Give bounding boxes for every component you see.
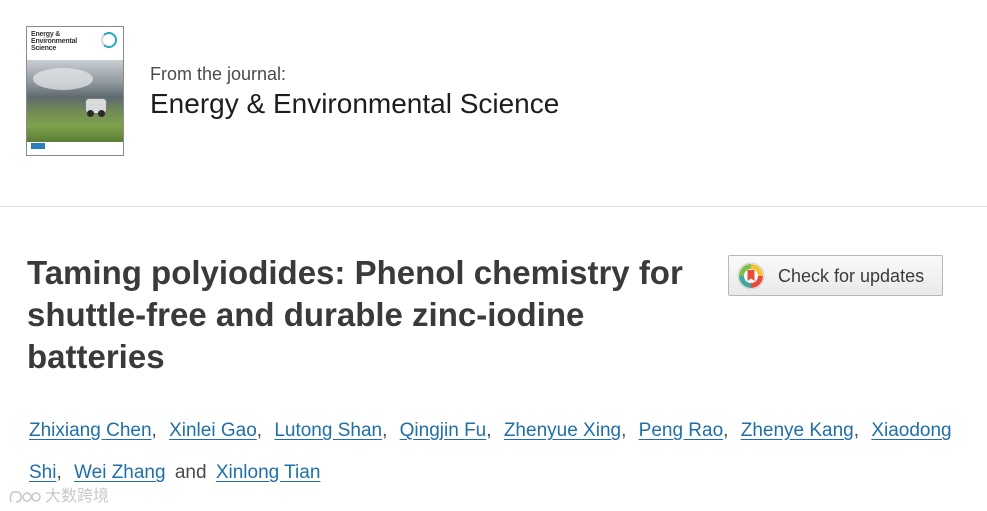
author-link[interactable]: Wei Zhang [74,462,166,483]
author-link[interactable]: Xinlei Gao [169,420,257,441]
author-link[interactable]: Lutong Shan [274,420,382,441]
cover-photo [27,60,123,142]
author-separator: , [382,420,393,441]
cover-ring-icon [101,32,117,48]
author-link[interactable]: Qingjin Fu [400,420,487,441]
cover-cloud [33,68,93,90]
author-link[interactable]: Zhenyue Xing [504,420,621,441]
section-divider [0,206,987,207]
from-journal-label: From the journal: [150,64,287,84]
author-separator: , [621,420,632,441]
publisher-logo-icon [31,143,45,149]
author-separator: , [853,420,865,441]
author-link[interactable]: Zhixiang Chen [29,420,152,441]
logo-icon [9,490,41,503]
author-list: Zhixiang Chen, Xinlei Gao, Lutong Shan, … [29,410,969,494]
author-separator: , [256,420,268,441]
cover-wheel [98,110,105,117]
check-for-updates-button[interactable]: Check for updates [728,255,943,296]
author-link[interactable]: Peng Rao [639,420,724,441]
author-separator: , [56,462,68,483]
crossmark-icon [737,262,765,290]
cover-wheel [87,110,94,117]
watermark-text: 大数跨境 [45,488,110,505]
author-conjunction: and [169,462,212,483]
journal-name-link[interactable]: Energy & Environmental Science [150,88,559,120]
journal-cover-image[interactable]: Energy & Environmental Science [26,26,124,156]
author-separator: , [486,420,497,441]
check-for-updates-label: Check for updates [778,266,925,286]
article-title: Taming polyiodides: Phenol chemistry for… [27,254,683,375]
author-separator: , [723,420,734,441]
cover-title: Energy & Environmental Science [31,31,78,52]
author-separator: , [151,420,163,441]
author-link[interactable]: Xinlong Tian [216,462,321,483]
watermark: 大数跨境 [8,482,109,506]
author-link[interactable]: Zhenye Kang [741,420,854,441]
